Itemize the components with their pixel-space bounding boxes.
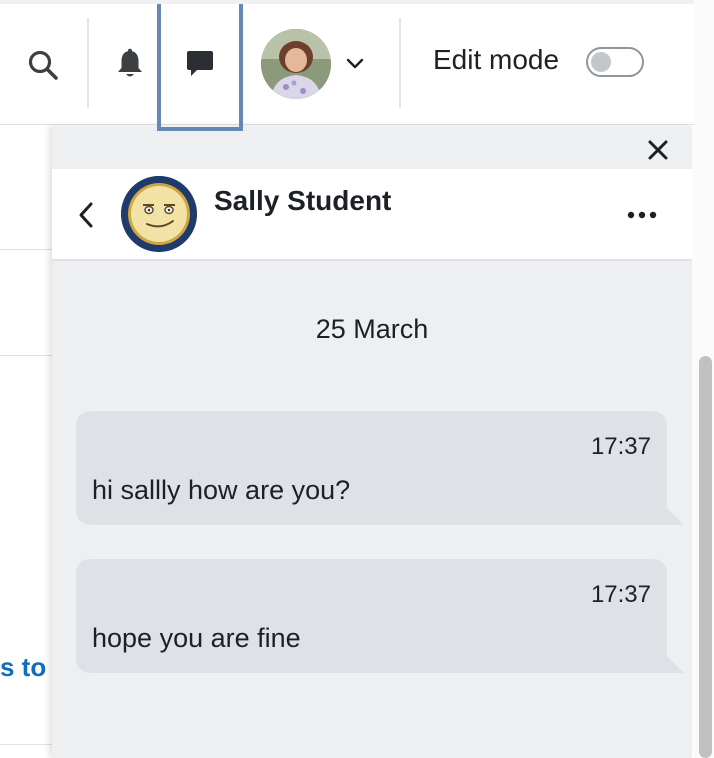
contact-avatar-face	[121, 176, 197, 252]
user-avatar[interactable]	[261, 29, 331, 99]
back-button[interactable]	[70, 197, 102, 233]
page-divider	[0, 249, 60, 250]
page-divider	[0, 744, 60, 745]
message-bubble-icon	[187, 50, 213, 76]
message-time: 17:37	[590, 581, 651, 608]
message-text: hope you are fine	[92, 623, 301, 653]
navbar-divider	[399, 18, 401, 108]
chevron-down-icon	[346, 58, 364, 69]
search-button[interactable]	[22, 44, 64, 86]
message-drawer: Sally Student 25 March 17:37 hi sallly h…	[52, 126, 692, 758]
conversation-actions-button[interactable]	[620, 197, 664, 233]
navbar-divider	[87, 18, 89, 108]
close-drawer-button[interactable]	[640, 132, 676, 168]
edit-mode-toggle[interactable]	[586, 47, 644, 77]
navbar-top-strip	[0, 0, 694, 4]
message-time: 17:37	[590, 433, 651, 460]
bubble-tail	[667, 656, 684, 673]
contact-name[interactable]: Sally Student	[214, 185, 391, 217]
notifications-button[interactable]	[110, 44, 150, 84]
edit-mode-label: Edit mode	[433, 44, 560, 75]
search-icon	[28, 50, 58, 80]
more-options-icon	[627, 211, 657, 219]
top-navbar: Edit mode	[0, 0, 694, 125]
toggle-knob	[591, 52, 611, 72]
page-link-fragment[interactable]: s to	[0, 652, 46, 683]
chevron-left-icon	[79, 202, 93, 228]
message-bubble[interactable]: 17:37 hope you are fine	[76, 559, 684, 673]
close-icon	[648, 140, 668, 160]
user-photo	[261, 29, 331, 99]
bell-icon	[118, 48, 142, 77]
page-scrollbar-thumb[interactable]	[699, 356, 712, 758]
page-divider	[0, 355, 60, 356]
messages-button[interactable]	[157, 4, 243, 131]
bubble-tail	[667, 508, 684, 525]
user-menu-toggle[interactable]	[341, 52, 369, 76]
message-text: hi sallly how are you?	[92, 475, 351, 505]
contact-avatar[interactable]	[121, 176, 197, 252]
conversation-header: Sally Student	[52, 169, 692, 261]
day-label: 25 March	[315, 314, 429, 344]
message-bubble[interactable]: 17:37 hi sallly how are you?	[76, 411, 684, 525]
